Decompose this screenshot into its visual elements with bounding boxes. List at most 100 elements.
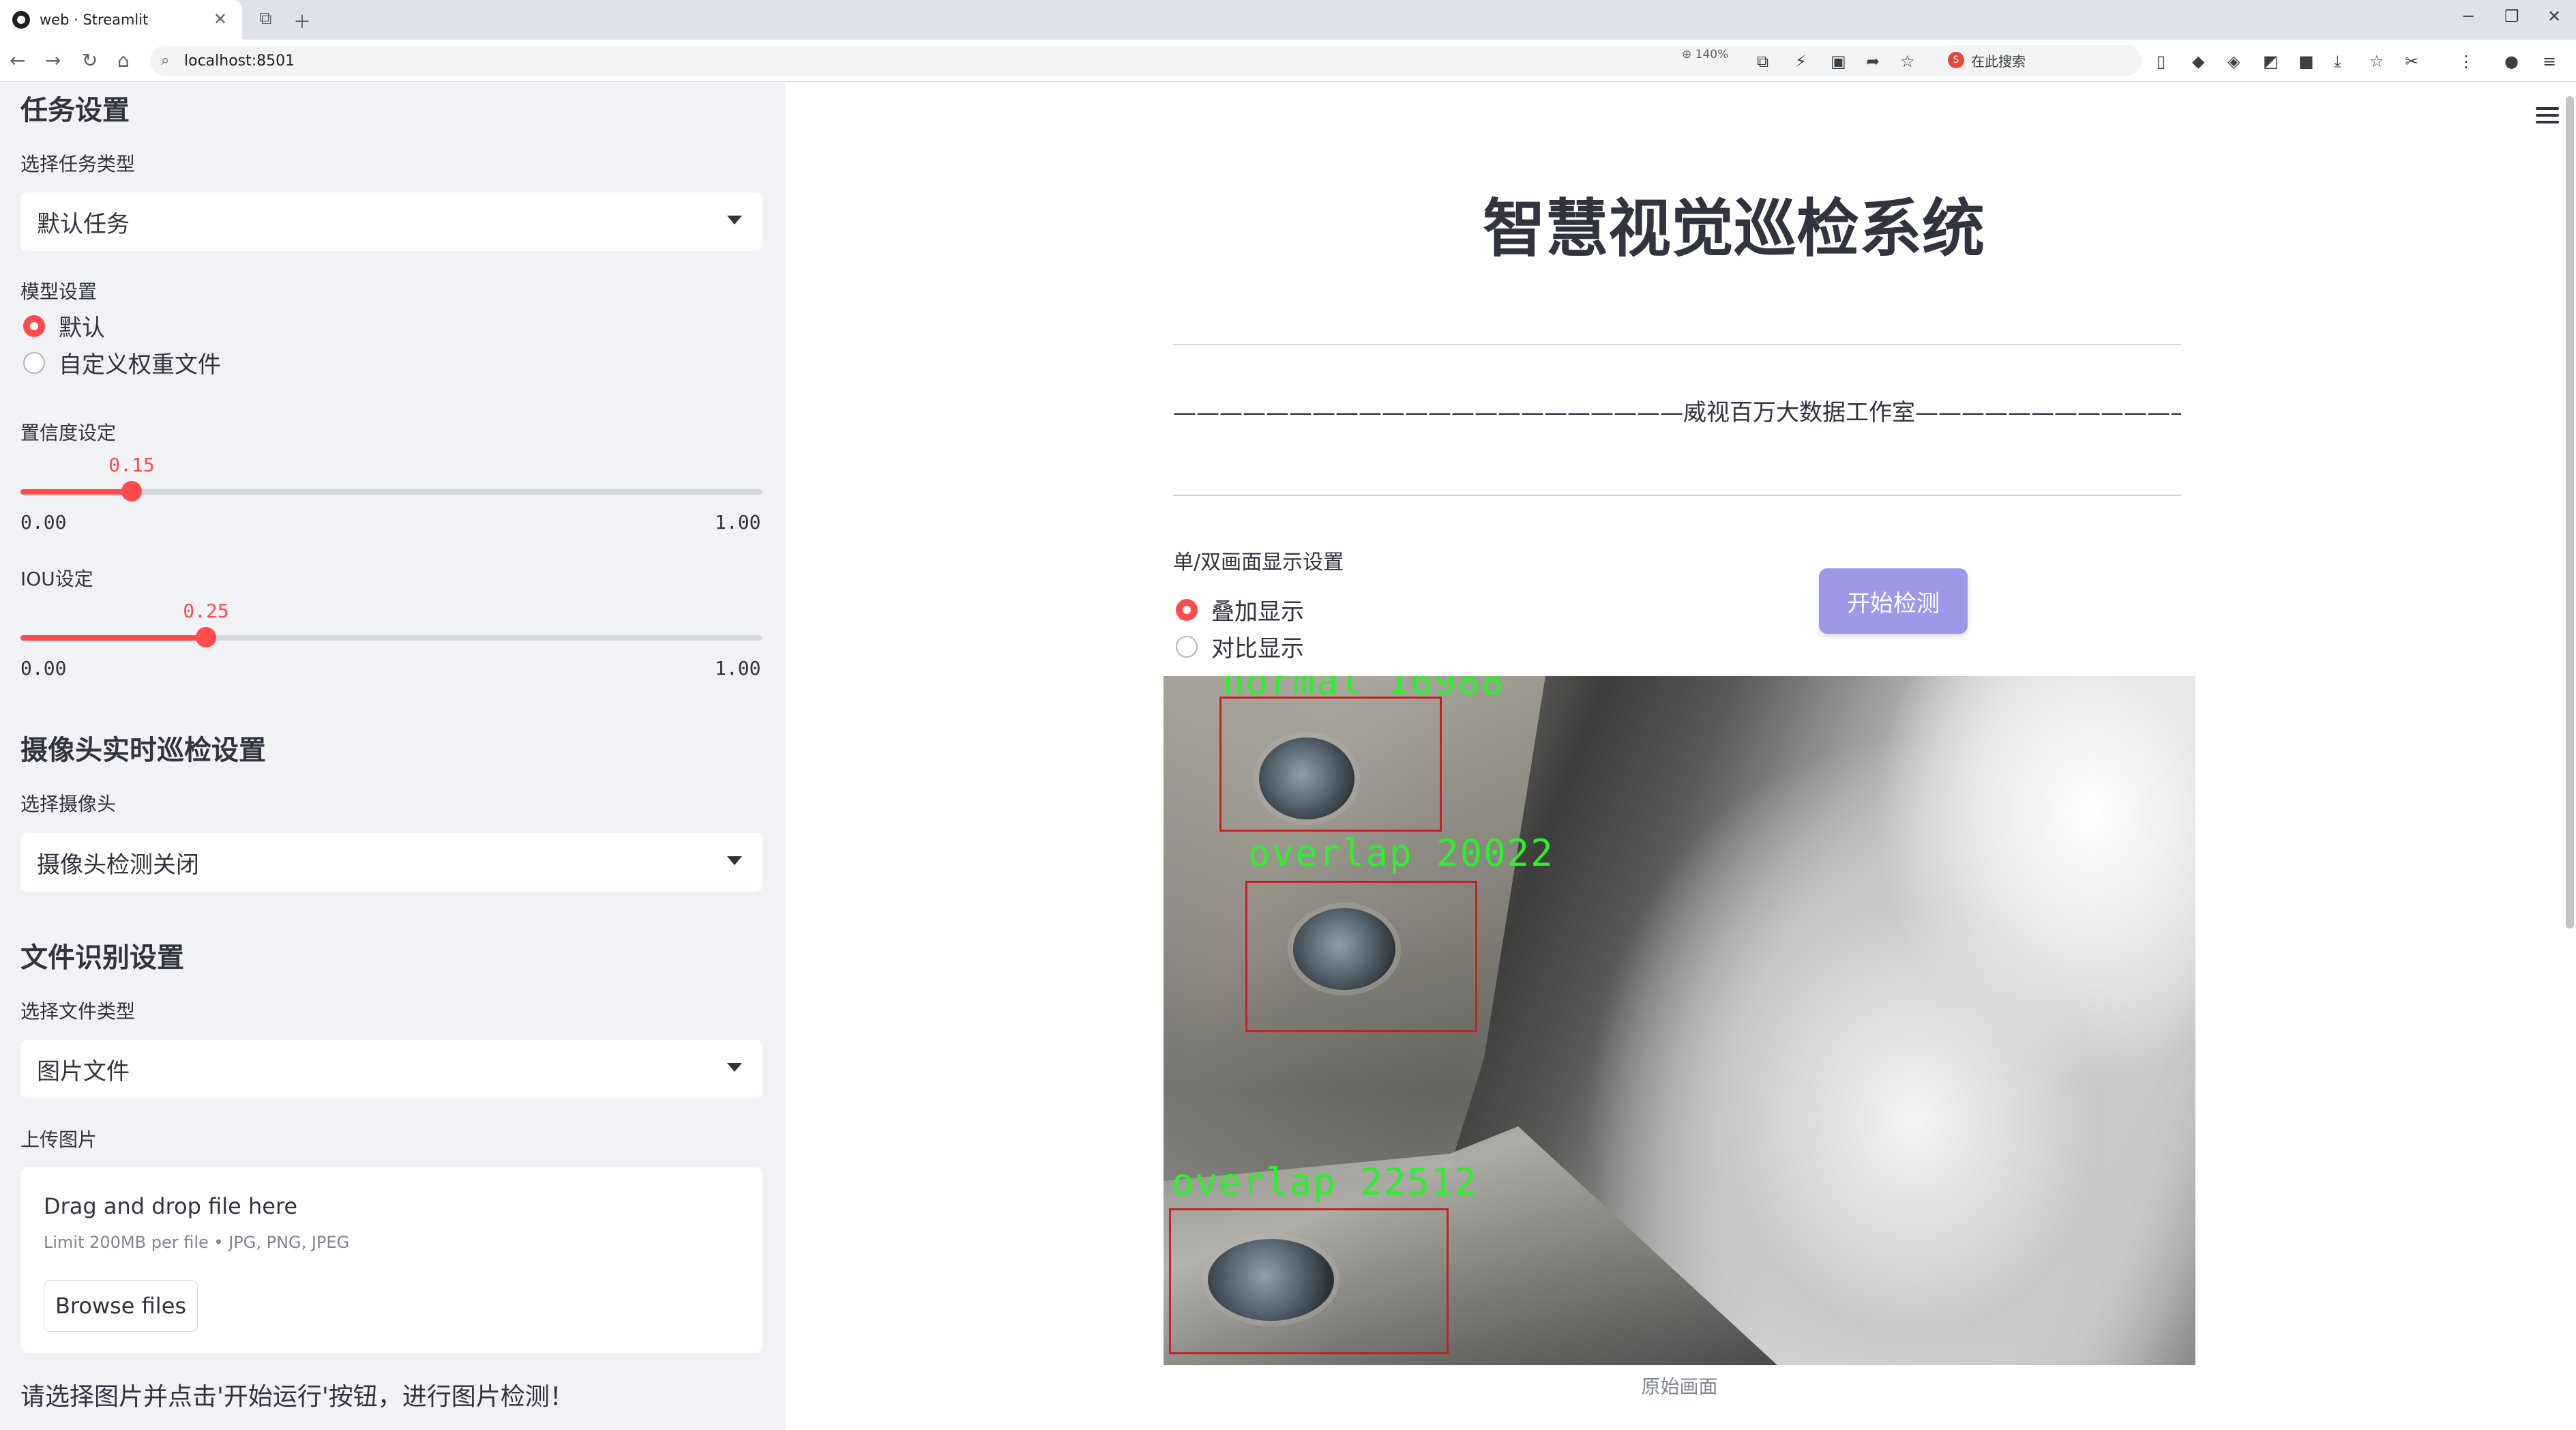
task-type-select[interactable]: 默认任务 [20, 192, 763, 251]
model-option-label: 自定义权重文件 [59, 351, 221, 379]
file-type-value: 图片文件 [37, 1057, 130, 1085]
dropzone-title: Drag and drop file here [44, 1193, 298, 1219]
extension-blue-icon[interactable]: ◈ [2227, 52, 2240, 71]
confidence-value: 0.15 [108, 454, 155, 476]
back-icon[interactable]: ← [10, 49, 25, 72]
display-option-label: 对比显示 [1211, 635, 1304, 662]
display-option-label: 叠加显示 [1211, 598, 1304, 626]
page-title: 智慧视觉巡检系统 [1482, 192, 1985, 265]
search-engine-icon: S [1948, 52, 1964, 68]
display-radio-overlay[interactable]: 叠加显示 [1176, 593, 1304, 626]
hamburger-menu-icon[interactable] [2536, 107, 2559, 128]
detection-label: normal 16988 [1222, 676, 1505, 703]
detection-label: overlap 22512 [1172, 1161, 1478, 1203]
screenshot-icon[interactable]: ▣ [1831, 52, 1846, 71]
phone-icon[interactable]: ▯ [2157, 52, 2165, 71]
file-settings-header: 文件识别设置 [20, 942, 184, 974]
chevron-down-icon [727, 216, 742, 224]
browser-tab-bar: web · Streamlit ✕ ⧉ ＋ ─ ❐ ✕ [0, 0, 2576, 40]
start-detection-button[interactable]: 开始检测 [1819, 568, 1968, 634]
iou-max: 1.00 [715, 657, 761, 680]
share-icon[interactable]: ➦ [1866, 52, 1880, 71]
detection-box [1169, 1208, 1449, 1354]
task-settings-header: 任务设置 [20, 95, 130, 126]
chevron-down-icon [727, 1063, 742, 1072]
model-settings-label: 模型设置 [20, 280, 98, 303]
browser-search-placeholder: 在此搜索 [1971, 53, 2026, 70]
confidence-slider-fill [20, 489, 132, 495]
streamlit-favicon-icon [12, 11, 30, 29]
tab-close-icon[interactable]: ✕ [213, 10, 227, 29]
radio-unselected-icon[interactable] [23, 351, 45, 374]
display-radio-compare[interactable]: 对比显示 [1176, 630, 1304, 663]
tab-title: web · Streamlit [40, 12, 149, 28]
browse-files-button[interactable]: Browse files [44, 1280, 198, 1332]
task-type-value: 默认任务 [37, 210, 130, 238]
detection-label: overlap 20022 [1248, 832, 1554, 875]
tab-search-icon[interactable]: ⧉ [259, 8, 272, 29]
model-radio-default[interactable]: 默认 [23, 309, 105, 342]
upload-label: 上传图片 [20, 1128, 98, 1151]
file-type-label: 选择文件类型 [20, 1000, 136, 1023]
confidence-min: 0.00 [20, 511, 67, 534]
scissors-icon[interactable]: ✂ [2405, 52, 2418, 71]
divider [1173, 344, 2181, 345]
camera-select[interactable]: 摄像头检测关闭 [20, 833, 763, 892]
iou-slider-fill [20, 635, 206, 641]
home-icon[interactable]: ⌂ [117, 49, 130, 72]
more-menu-icon[interactable]: ⋮ [2458, 52, 2474, 71]
model-radio-custom[interactable]: 自定义权重文件 [23, 346, 221, 379]
iou-min: 0.00 [20, 657, 67, 680]
iou-value: 0.25 [183, 600, 229, 622]
minimize-icon[interactable]: ─ [2463, 7, 2473, 26]
reload-icon[interactable]: ↻ [82, 49, 98, 72]
search-icon: ⌕ [161, 52, 170, 69]
close-window-icon[interactable]: ✕ [2547, 7, 2561, 26]
profile-avatar-icon[interactable]: ● [2504, 52, 2519, 71]
detection-box [1245, 881, 1477, 1032]
radio-selected-icon[interactable] [23, 315, 45, 337]
chevron-down-icon [727, 856, 742, 865]
sidebar-hint-text: 请选择图片并点击'开始运行'按钮，进行图片检测！ [20, 1383, 574, 1411]
detection-image: normal 16988 overlap 20022 overlap 22512 [1164, 676, 2195, 1365]
star-icon[interactable]: ☆ [1900, 52, 1915, 71]
confidence-slider[interactable] [20, 481, 763, 501]
browser-menu-icon[interactable]: ≡ [2543, 52, 2556, 71]
dropzone-limit: Limit 200MB per file • JPG, PNG, JPEG [44, 1233, 350, 1252]
forward-icon[interactable]: → [45, 49, 61, 72]
model-option-label: 默认 [59, 315, 105, 342]
radio-selected-icon[interactable] [1176, 598, 1198, 621]
confidence-slider-handle[interactable] [121, 481, 142, 501]
iou-slider[interactable] [20, 627, 763, 647]
camera-value: 摄像头检测关闭 [37, 851, 199, 879]
iou-slider-handle[interactable] [196, 627, 216, 647]
extension-dark-icon[interactable]: ■ [2298, 52, 2314, 71]
file-dropzone[interactable]: Drag and drop file here Limit 200MB per … [20, 1167, 763, 1353]
translate-icon[interactable]: ⧉ [1757, 52, 1768, 71]
extension-color-icon[interactable]: ◆ [2192, 52, 2204, 71]
download-icon[interactable]: ⤓ [2334, 52, 2341, 71]
lightning-icon[interactable]: ⚡ [1795, 52, 1807, 71]
confidence-label: 置信度设定 [20, 422, 117, 444]
restore-icon[interactable]: ❐ [2504, 7, 2519, 26]
camera-settings-header: 摄像头实时巡检设置 [20, 735, 266, 766]
zoom-level: 140% [1695, 48, 1729, 61]
extension-cube-icon[interactable]: ◩ [2263, 52, 2279, 71]
studio-subtitle: ——————————————————————威视百万大数据工作室————————… [1173, 399, 2181, 426]
main-content: 智慧视觉巡检系统 ——————————————————————威视百万大数据工作… [786, 83, 2576, 1430]
radio-unselected-icon[interactable] [1176, 635, 1198, 658]
favorites-icon[interactable]: ☆ [2369, 52, 2384, 71]
image-caption: 原始画面 [1641, 1375, 1718, 1398]
sidebar: 任务设置 选择任务类型 默认任务 模型设置 默认 自定义权重文件 置信度设定 0… [0, 83, 786, 1430]
display-settings-label: 单/双画面显示设置 [1173, 551, 1344, 574]
new-tab-icon[interactable]: ＋ [293, 8, 311, 33]
url-text: localhost:8501 [184, 52, 295, 70]
camera-label: 选择摄像头 [20, 793, 117, 815]
browser-search-field[interactable]: S 在此搜索 [1937, 45, 2142, 75]
browser-tab[interactable]: web · Streamlit ✕ [0, 0, 242, 40]
iou-label: IOU设定 [20, 568, 93, 590]
file-type-select[interactable]: 图片文件 [20, 1040, 763, 1098]
detection-box [1219, 697, 1442, 832]
zoom-indicator[interactable]: ⊕ 140% [1682, 48, 1728, 61]
confidence-max: 1.00 [715, 511, 761, 534]
